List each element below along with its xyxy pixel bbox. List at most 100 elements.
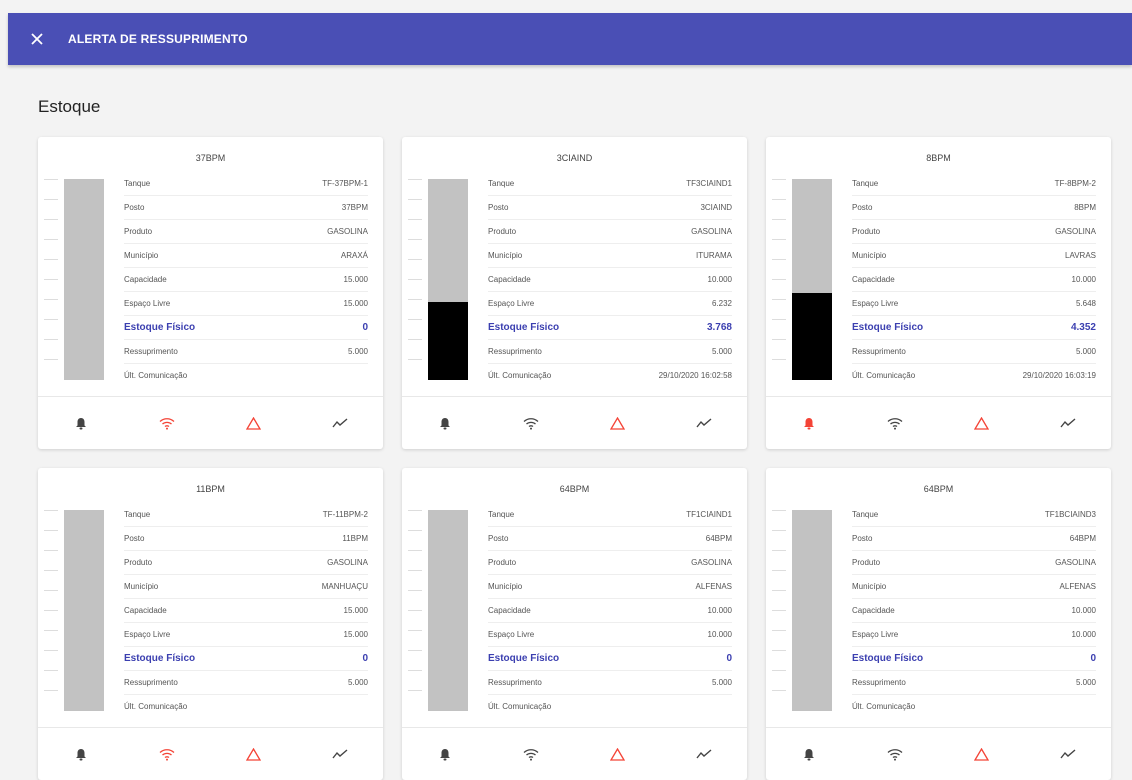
tank-grid: 37BPM Tanque TF-37BPM-1 Posto 37BPM Prod… bbox=[38, 137, 1111, 780]
bell-icon[interactable] bbox=[435, 744, 455, 764]
row-label: Espaço Livre bbox=[124, 299, 171, 308]
warning-icon[interactable] bbox=[972, 413, 992, 433]
warning-icon[interactable] bbox=[244, 744, 264, 764]
row-label: Ressuprimento bbox=[852, 347, 906, 356]
row-value: 8BPM bbox=[1074, 203, 1096, 212]
row-label: Produto bbox=[124, 558, 153, 567]
tank-card: 37BPM Tanque TF-37BPM-1 Posto 37BPM Prod… bbox=[38, 137, 383, 449]
info-row-municipio: Município ALFENAS bbox=[488, 575, 732, 599]
row-value: GASOLINA bbox=[1055, 227, 1096, 236]
info-row-comunic: Últ. Comunicação 29/10/2020 16:02:58 bbox=[488, 364, 732, 387]
tank-info-table: Tanque TF-11BPM-2 Posto 11BPM Produto GA… bbox=[124, 503, 368, 718]
bell-icon[interactable] bbox=[799, 744, 819, 764]
row-label: Posto bbox=[124, 203, 145, 212]
row-label: Município bbox=[488, 582, 523, 591]
row-label: Município bbox=[124, 582, 159, 591]
row-value: GASOLINA bbox=[327, 558, 368, 567]
warning-icon[interactable] bbox=[244, 413, 264, 433]
wifi-icon[interactable] bbox=[885, 744, 905, 764]
row-label: Produto bbox=[488, 227, 517, 236]
info-row-produto: Produto GASOLINA bbox=[488, 551, 732, 575]
bell-icon[interactable] bbox=[799, 413, 819, 433]
info-row-ressup: Ressuprimento 5.000 bbox=[852, 340, 1096, 364]
chart-icon[interactable] bbox=[694, 744, 714, 764]
info-row-posto: Posto 3CIAIND bbox=[488, 196, 732, 220]
row-label: Estoque Físico bbox=[488, 322, 560, 333]
tank-empty-space bbox=[792, 179, 832, 293]
info-row-estoque: Estoque Físico 0 bbox=[124, 647, 368, 671]
tank-scale bbox=[772, 179, 786, 380]
chart-icon[interactable] bbox=[694, 413, 714, 433]
row-label: Estoque Físico bbox=[124, 653, 196, 664]
info-row-espaco: Espaço Livre 15.000 bbox=[124, 292, 368, 316]
info-row-posto: Posto 11BPM bbox=[124, 527, 368, 551]
info-row-capacidade: Capacidade 10.000 bbox=[488, 268, 732, 292]
tank-card: 3CIAIND Tanque TF3CIAIND1 Posto 3CIAIND … bbox=[402, 137, 747, 449]
tank-scale bbox=[408, 510, 422, 711]
warning-icon[interactable] bbox=[972, 744, 992, 764]
row-value: 0 bbox=[362, 322, 368, 333]
wifi-icon[interactable] bbox=[521, 413, 541, 433]
tank-card: 64BPM Tanque TF1BCIAIND3 Posto 64BPM Pro… bbox=[766, 468, 1111, 780]
info-row-produto: Produto GASOLINA bbox=[124, 551, 368, 575]
card-title: 64BPM bbox=[559, 484, 590, 494]
info-row-espaco: Espaço Livre 5.648 bbox=[852, 292, 1096, 316]
row-label: Ressuprimento bbox=[852, 678, 906, 687]
row-value: TF-11BPM-2 bbox=[322, 510, 368, 519]
row-value: 37BPM bbox=[341, 203, 368, 212]
bell-icon[interactable] bbox=[71, 744, 91, 764]
wifi-icon[interactable] bbox=[157, 413, 177, 433]
tank-info-table: Tanque TF1BCIAIND3 Posto 64BPM Produto G… bbox=[852, 503, 1096, 718]
warning-icon[interactable] bbox=[608, 413, 628, 433]
row-value: 3CIAIND bbox=[700, 203, 732, 212]
row-value: 10.000 bbox=[707, 606, 732, 615]
info-row-espaco: Espaço Livre 6.232 bbox=[488, 292, 732, 316]
tank-info-table: Tanque TF1CIAIND1 Posto 64BPM Produto GA… bbox=[488, 503, 732, 718]
info-row-posto: Posto 37BPM bbox=[124, 196, 368, 220]
row-label: Município bbox=[124, 251, 159, 260]
row-label: Estoque Físico bbox=[852, 322, 924, 333]
row-value: 10.000 bbox=[1071, 275, 1096, 284]
warning-icon[interactable] bbox=[608, 744, 628, 764]
row-value: ARAXÁ bbox=[340, 251, 368, 260]
info-row-capacidade: Capacidade 15.000 bbox=[124, 268, 368, 292]
chart-icon[interactable] bbox=[330, 744, 350, 764]
wifi-icon[interactable] bbox=[521, 744, 541, 764]
close-icon[interactable] bbox=[28, 30, 46, 48]
header-title: ALERTA DE RESSUPRIMENTO bbox=[68, 32, 248, 46]
card-actions bbox=[38, 727, 383, 780]
row-label: Últ. Comunicação bbox=[124, 702, 188, 711]
chart-icon[interactable] bbox=[1058, 413, 1078, 433]
info-row-posto: Posto 64BPM bbox=[852, 527, 1096, 551]
chart-icon[interactable] bbox=[330, 413, 350, 433]
bell-icon[interactable] bbox=[435, 413, 455, 433]
info-row-estoque: Estoque Físico 4.352 bbox=[852, 316, 1096, 340]
tank-card: 11BPM Tanque TF-11BPM-2 Posto 11BPM Prod… bbox=[38, 468, 383, 780]
info-row-estoque: Estoque Físico 0 bbox=[488, 647, 732, 671]
tank-empty-space bbox=[428, 510, 468, 711]
tank-info-table: Tanque TF-37BPM-1 Posto 37BPM Produto GA… bbox=[124, 172, 368, 387]
tank-scale bbox=[44, 179, 58, 380]
row-value: 3.768 bbox=[706, 322, 732, 333]
row-label: Posto bbox=[488, 534, 509, 543]
row-label: Tanque bbox=[124, 179, 151, 188]
info-row-espaco: Espaço Livre 10.000 bbox=[488, 623, 732, 647]
info-row-posto: Posto 64BPM bbox=[488, 527, 732, 551]
row-value: GASOLINA bbox=[1055, 558, 1096, 567]
chart-icon[interactable] bbox=[1058, 744, 1078, 764]
wifi-icon[interactable] bbox=[885, 413, 905, 433]
wifi-icon[interactable] bbox=[157, 744, 177, 764]
bell-icon[interactable] bbox=[71, 413, 91, 433]
info-row-comunic: Últ. Comunicação bbox=[124, 364, 368, 387]
row-value: 64BPM bbox=[705, 534, 732, 543]
info-row-estoque: Estoque Físico 3.768 bbox=[488, 316, 732, 340]
tank-level-gauge bbox=[428, 510, 468, 711]
tank-level-gauge bbox=[428, 179, 468, 380]
info-row-municipio: Município ITURAMA bbox=[488, 244, 732, 268]
row-label: Últ. Comunicação bbox=[852, 371, 916, 380]
row-value: TF-8BPM-2 bbox=[1054, 179, 1096, 188]
row-value: LAVRAS bbox=[1065, 251, 1096, 260]
info-row-municipio: Município ALFENAS bbox=[852, 575, 1096, 599]
row-label: Últ. Comunicação bbox=[488, 371, 552, 380]
row-label: Produto bbox=[852, 227, 881, 236]
